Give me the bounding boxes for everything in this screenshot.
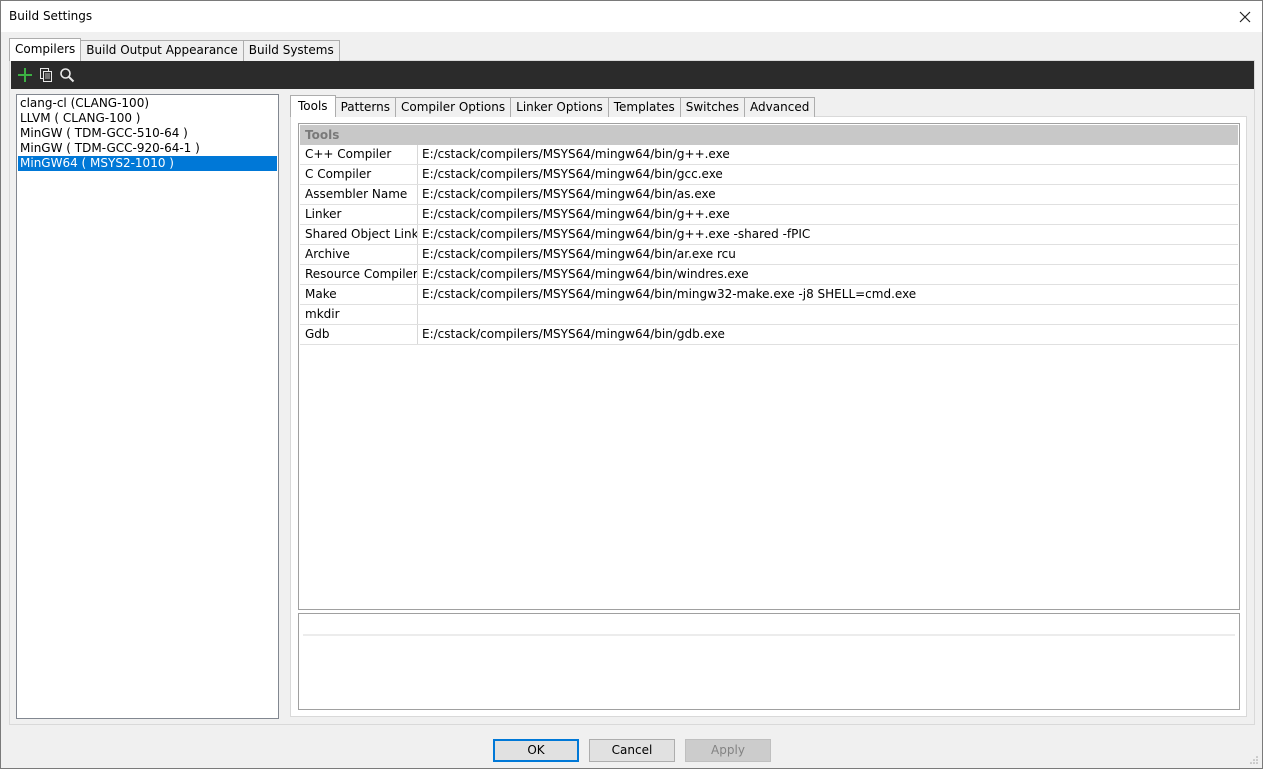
cancel-button[interactable]: Cancel: [589, 739, 675, 762]
tab-build-systems[interactable]: Build Systems: [242, 40, 340, 61]
property-value[interactable]: [418, 305, 1238, 324]
table-row[interactable]: Assembler Name E:/cstack/compilers/MSYS64…: [300, 185, 1238, 205]
property-value[interactable]: E:/cstack/compilers/MSYS64/mingw64/bin/w…: [418, 265, 1238, 284]
table-row[interactable]: Make E:/cstack/compilers/MSYS64/mingw64/b…: [300, 285, 1238, 305]
table-row[interactable]: Linker E:/cstack/compilers/MSYS64/mingw64…: [300, 205, 1238, 225]
table-row[interactable]: Shared Object Linker E:/cstack/compilers/…: [300, 225, 1238, 245]
tools-group-header: Tools: [300, 125, 1238, 145]
tab-build-output-appearance[interactable]: Build Output Appearance: [80, 40, 244, 61]
table-row[interactable]: C Compiler E:/cstack/compilers/MSYS64/min…: [300, 165, 1238, 185]
dialog-buttons: OK Cancel Apply: [493, 739, 781, 762]
property-key: Resource Compiler: [300, 265, 418, 284]
tab-advanced[interactable]: Advanced: [744, 97, 816, 117]
property-value[interactable]: E:/cstack/compilers/MSYS64/mingw64/bin/g…: [418, 225, 1238, 244]
add-icon[interactable]: [14, 64, 35, 86]
apply-button[interactable]: Apply: [685, 739, 771, 762]
copy-icon[interactable]: [35, 64, 56, 86]
list-item[interactable]: MinGW ( TDM-GCC-920-64-1 ): [17, 141, 278, 156]
property-key: Gdb: [300, 325, 418, 344]
top-tab-bar: Compilers Build Output Appearance Build …: [9, 38, 340, 61]
table-row[interactable]: mkdir: [300, 305, 1238, 325]
tab-tools[interactable]: Tools: [290, 95, 336, 117]
tab-patterns[interactable]: Patterns: [334, 97, 396, 117]
property-key: mkdir: [300, 305, 418, 324]
settings-tab-bar: Tools Patterns Compiler Options Linker O…: [290, 95, 816, 117]
resize-grip-icon[interactable]: [1249, 755, 1259, 765]
property-value[interactable]: E:/cstack/compilers/MSYS64/mingw64/bin/a…: [418, 185, 1238, 204]
property-key: Archive: [300, 245, 418, 264]
property-key: C++ Compiler: [300, 145, 418, 164]
tab-compiler-options[interactable]: Compiler Options: [395, 97, 512, 117]
tools-property-grid: Tools C++ Compiler E:/cstack/compilers/MS…: [298, 123, 1240, 610]
search-icon[interactable]: [56, 64, 77, 86]
ok-button[interactable]: OK: [493, 739, 579, 762]
close-icon[interactable]: [1228, 1, 1262, 32]
table-row[interactable]: C++ Compiler E:/cstack/compilers/MSYS64/m…: [300, 145, 1238, 165]
tab-compilers[interactable]: Compilers: [9, 38, 82, 61]
property-key: C Compiler: [300, 165, 418, 184]
build-settings-dialog: Build Settings Compilers Build Output Ap…: [0, 0, 1263, 769]
title-bar: Build Settings: [1, 1, 1262, 32]
description-box: [298, 613, 1240, 710]
compiler-list[interactable]: clang-cl (CLANG-100) LLVM ( CLANG-100 ) …: [16, 94, 279, 719]
table-row[interactable]: Resource Compiler E:/cstack/compilers/MSY…: [300, 265, 1238, 285]
property-key: Linker: [300, 205, 418, 224]
property-value[interactable]: E:/cstack/compilers/MSYS64/mingw64/bin/g…: [418, 165, 1238, 184]
property-value[interactable]: E:/cstack/compilers/MSYS64/mingw64/bin/a…: [418, 245, 1238, 264]
compiler-toolbar: [11, 61, 1254, 89]
property-key: Make: [300, 285, 418, 304]
property-value[interactable]: E:/cstack/compilers/MSYS64/mingw64/bin/g…: [418, 325, 1238, 344]
description-divider: [303, 634, 1235, 638]
tab-linker-options[interactable]: Linker Options: [510, 97, 609, 117]
list-item[interactable]: LLVM ( CLANG-100 ): [17, 111, 278, 126]
table-row[interactable]: Archive E:/cstack/compilers/MSYS64/mingw6…: [300, 245, 1238, 265]
tab-templates[interactable]: Templates: [607, 97, 681, 117]
list-item[interactable]: MinGW ( TDM-GCC-510-64 ): [17, 126, 278, 141]
list-item[interactable]: clang-cl (CLANG-100): [17, 96, 278, 111]
table-row[interactable]: Gdb E:/cstack/compilers/MSYS64/mingw64/bi…: [300, 325, 1238, 345]
property-key: Shared Object Linker: [300, 225, 418, 244]
property-value[interactable]: E:/cstack/compilers/MSYS64/mingw64/bin/g…: [418, 205, 1238, 224]
window-title: Build Settings: [9, 9, 93, 23]
property-value[interactable]: E:/cstack/compilers/MSYS64/mingw64/bin/g…: [418, 145, 1238, 164]
tab-switches[interactable]: Switches: [679, 97, 746, 117]
property-key: Assembler Name: [300, 185, 418, 204]
property-value[interactable]: E:/cstack/compilers/MSYS64/mingw64/bin/m…: [418, 285, 1238, 304]
list-item-selected[interactable]: MinGW64 ( MSYS2-1010 ): [18, 156, 277, 171]
